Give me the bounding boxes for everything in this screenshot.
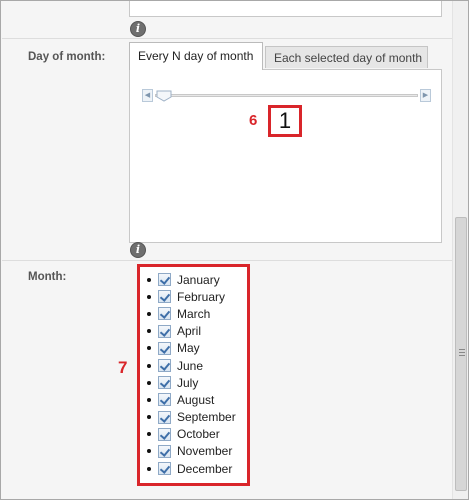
bullet-icon <box>147 294 151 299</box>
tab-each-selected-day[interactable]: Each selected day of month <box>265 46 428 68</box>
bullet-icon <box>147 346 151 351</box>
day-slider[interactable]: ◀ ▶ <box>142 89 431 103</box>
label-column <box>2 1 120 499</box>
bullet-icon <box>147 363 151 368</box>
checkbox-icon[interactable] <box>158 290 171 304</box>
slider-left-arrow-icon[interactable]: ◀ <box>142 89 153 102</box>
bullet-icon <box>147 449 151 454</box>
grip-icon <box>459 355 465 356</box>
annotation-marker-7: 7 <box>118 358 128 377</box>
list-item[interactable]: July <box>147 374 236 391</box>
bullet-icon <box>147 277 151 282</box>
slider-value-display: 1 <box>268 105 302 137</box>
checkbox-icon[interactable] <box>158 427 171 441</box>
row-divider <box>2 38 452 39</box>
info-icon[interactable]: i <box>130 21 146 37</box>
vertical-scrollbar[interactable] <box>452 1 468 499</box>
checkbox-icon[interactable] <box>158 376 171 390</box>
checkbox-icon[interactable] <box>158 324 171 338</box>
checkbox-icon[interactable] <box>158 307 171 321</box>
checkbox-icon[interactable] <box>158 359 171 373</box>
bullet-icon <box>147 432 151 437</box>
slider-thumb[interactable] <box>156 90 172 102</box>
list-item[interactable]: November <box>147 443 236 460</box>
month-option-label: November <box>177 444 233 459</box>
slider-rail[interactable] <box>155 94 418 97</box>
month-option-label: September <box>177 410 236 425</box>
bullet-icon <box>147 397 151 402</box>
grip-icon <box>459 352 465 353</box>
list-item[interactable]: December <box>147 460 236 477</box>
checkbox-icon[interactable] <box>158 462 171 476</box>
grip-icon <box>459 349 465 350</box>
row-divider <box>2 260 452 261</box>
bullet-icon <box>147 380 151 385</box>
annotation-marker-6: 6 <box>249 112 258 129</box>
list-item[interactable]: March <box>147 305 236 322</box>
month-checkbox-list: January February March April May June Ju… <box>147 271 236 477</box>
bullet-icon <box>147 466 151 471</box>
checkbox-icon[interactable] <box>158 410 171 424</box>
month-option-label: July <box>177 375 199 390</box>
month-option-label: December <box>177 461 233 476</box>
month-option-label: February <box>177 289 226 304</box>
list-item[interactable]: June <box>147 357 236 374</box>
month-option-label: June <box>177 358 204 373</box>
previous-field-box[interactable] <box>129 1 442 17</box>
month-option-label: March <box>177 306 211 321</box>
list-item[interactable]: September <box>147 409 236 426</box>
bullet-icon <box>147 329 151 334</box>
list-item[interactable]: January <box>147 271 236 288</box>
month-option-label: April <box>177 324 202 339</box>
checkbox-icon[interactable] <box>158 273 171 287</box>
month-option-label: January <box>177 272 220 287</box>
slider-right-arrow-icon[interactable]: ▶ <box>420 89 431 102</box>
checkbox-icon[interactable] <box>158 444 171 458</box>
bullet-icon <box>147 311 151 316</box>
list-item[interactable]: May <box>147 340 236 357</box>
list-item[interactable]: April <box>147 323 236 340</box>
list-item[interactable]: February <box>147 288 236 305</box>
bullet-icon <box>147 415 151 420</box>
form-window: i Day of month: Every N day of month Eac… <box>0 0 469 500</box>
day-of-month-label: Day of month: <box>28 51 106 63</box>
month-option-label: May <box>177 341 200 356</box>
info-icon[interactable]: i <box>130 242 146 258</box>
checkbox-icon[interactable] <box>158 341 171 355</box>
month-option-label: August <box>177 392 215 407</box>
tab-every-n-day[interactable]: Every N day of month <box>129 42 263 70</box>
scrollbar-thumb[interactable] <box>455 217 467 491</box>
month-option-label: October <box>177 427 220 442</box>
month-label: Month: <box>28 271 67 283</box>
list-item[interactable]: August <box>147 391 236 408</box>
checkbox-icon[interactable] <box>158 393 171 407</box>
list-item[interactable]: October <box>147 426 236 443</box>
